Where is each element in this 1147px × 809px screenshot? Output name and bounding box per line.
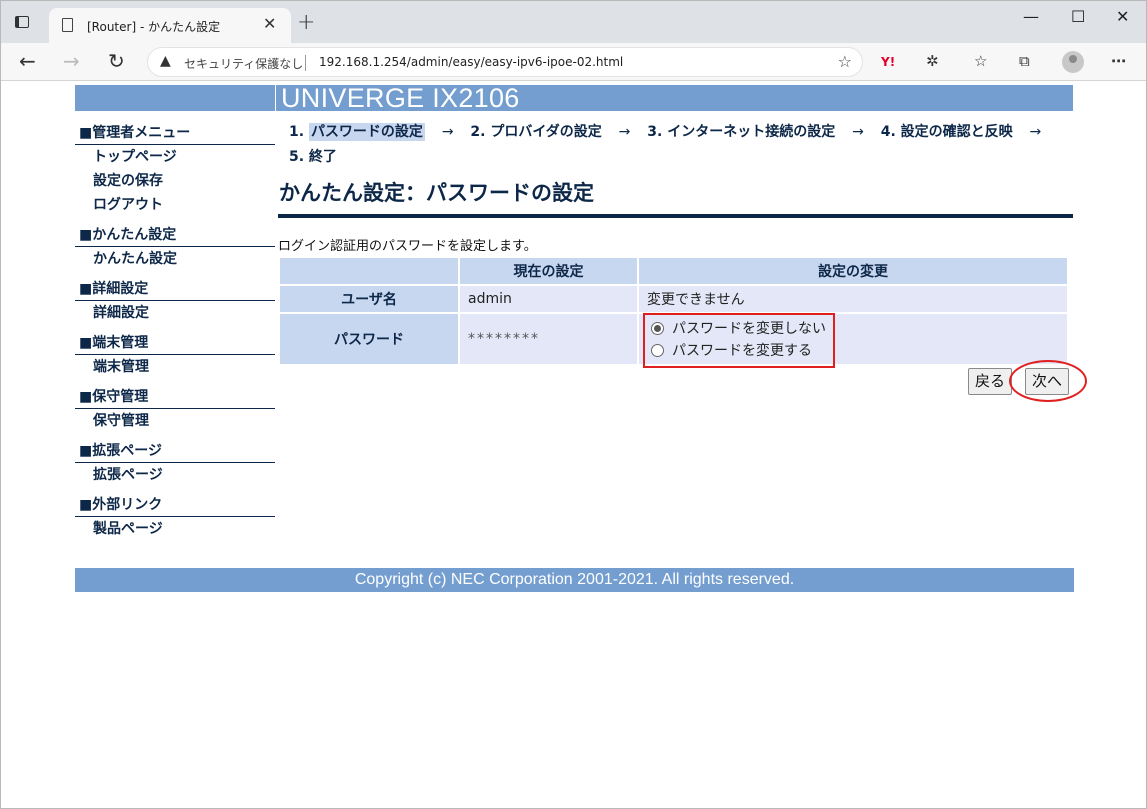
user-current-value: admin xyxy=(460,286,637,312)
header-change: 設定の変更 xyxy=(639,258,1067,284)
intro-text: ログイン認証用のパスワードを設定します。 xyxy=(278,239,537,254)
table-row-user: ユーザ名 admin 変更できません xyxy=(280,286,1067,312)
menu-link-terminal[interactable]: 端末管理 xyxy=(75,355,275,379)
menu-section-detail: ■詳細設定 詳細設定 xyxy=(75,280,275,325)
extensions-icon[interactable]: ✲ xyxy=(926,52,939,70)
menu-section-terminal: ■端末管理 端末管理 xyxy=(75,334,275,379)
browser-toolbar: ← → ↻ ▲ セキュリティ保護なし 192.168.1.254/admin/e… xyxy=(1,43,1146,81)
table-corner xyxy=(280,258,458,284)
menu-head: ■かんたん設定 xyxy=(75,226,275,247)
step-arrow: → xyxy=(852,124,864,140)
step-3: 3. インターネット接続の設定 xyxy=(647,124,836,140)
menu-section-admin: ■管理者メニュー トップページ 設定の保存 ログアウト xyxy=(75,124,275,217)
warning-icon[interactable]: ▲ xyxy=(160,53,171,69)
address-bar[interactable]: ▲ セキュリティ保護なし 192.168.1.254/admin/easy/ea… xyxy=(147,47,863,77)
tab-close-icon[interactable]: ✕ xyxy=(263,14,276,33)
menu-link-product[interactable]: 製品ページ xyxy=(75,517,275,541)
browser-tab[interactable]: [Router] - かんたん設定 ✕ xyxy=(49,8,291,43)
browser-titlebar: [Router] - かんたん設定 ✕ + — ☐ ✕ xyxy=(1,1,1146,43)
step-4: 4. 設定の確認と反映 xyxy=(880,124,1013,140)
menu-section-external: ■外部リンク 製品ページ xyxy=(75,496,275,541)
url-text[interactable]: 192.168.1.254/admin/easy/easy-ipv6-ipoe-… xyxy=(319,55,623,69)
row-head-user: ユーザ名 xyxy=(280,286,458,312)
menu-link-logout[interactable]: ログアウト xyxy=(75,193,275,217)
step-1-number: 1. xyxy=(289,124,305,140)
menu-section-maintenance: ■保守管理 保守管理 xyxy=(75,388,275,433)
menu-link-extension[interactable]: 拡張ページ xyxy=(75,463,275,487)
reload-icon[interactable]: ↻ xyxy=(108,49,125,73)
password-current-value: ******** xyxy=(460,314,637,364)
header-current: 現在の設定 xyxy=(460,258,637,284)
menu-head: ■保守管理 xyxy=(75,388,275,409)
new-tab-icon[interactable]: + xyxy=(297,10,315,35)
tab-actions-icon[interactable] xyxy=(13,13,33,33)
profile-avatar[interactable] xyxy=(1062,51,1084,73)
highlight-box xyxy=(643,313,835,368)
step-1-current: パスワードの設定 xyxy=(308,123,425,141)
menu-section-extension: ■拡張ページ 拡張ページ xyxy=(75,442,275,487)
page-icon xyxy=(62,18,73,32)
step-arrow: → xyxy=(441,124,454,140)
menu-link-detail[interactable]: 詳細設定 xyxy=(75,301,275,325)
collections-icon[interactable]: ⧉ xyxy=(1019,52,1030,70)
menu-link-maintenance[interactable]: 保守管理 xyxy=(75,409,275,433)
wizard-steps: 1. パスワードの設定 → 2. プロバイダの設定 → 3. インターネット接続… xyxy=(289,120,1059,170)
security-label[interactable]: セキュリティ保護なし xyxy=(184,55,303,72)
add-favorite-icon[interactable]: ☆ xyxy=(838,52,852,71)
step-5: 5. 終了 xyxy=(289,149,337,165)
maximize-icon[interactable]: ☐ xyxy=(1071,7,1085,26)
window-close-icon[interactable]: ✕ xyxy=(1116,7,1129,26)
header-left-band xyxy=(75,85,275,111)
step-arrow: → xyxy=(618,124,631,140)
favorites-icon[interactable]: ☆ xyxy=(974,52,987,70)
back-icon[interactable]: ← xyxy=(19,49,36,73)
user-change-note: 変更できません xyxy=(639,286,1067,312)
yahoo-extension-icon[interactable]: Y! xyxy=(881,55,895,69)
menu-head: ■管理者メニュー xyxy=(75,124,275,145)
tab-title: [Router] - かんたん設定 xyxy=(87,20,221,34)
step-arrow: → xyxy=(1029,124,1042,140)
row-head-password: パスワード xyxy=(280,314,458,364)
page-title: かんたん設定：パスワードの設定 xyxy=(279,181,594,205)
product-name: UNIVERGE IX2106 xyxy=(281,83,520,113)
address-separator xyxy=(305,55,306,71)
forward-icon[interactable]: → xyxy=(63,49,80,73)
menu-head: ■拡張ページ xyxy=(75,442,275,463)
sidebar: ■管理者メニュー トップページ 設定の保存 ログアウト ■かんたん設定 かんたん… xyxy=(75,114,275,541)
menu-link-top[interactable]: トップページ xyxy=(75,145,275,169)
menu-head: ■端末管理 xyxy=(75,334,275,355)
back-button[interactable]: 戻る xyxy=(968,368,1013,395)
menu-head: ■詳細設定 xyxy=(75,280,275,301)
menu-link-save[interactable]: 設定の保存 xyxy=(75,169,275,193)
footer-copyright: Copyright (c) NEC Corporation 2001-2021.… xyxy=(75,568,1074,592)
more-icon[interactable]: ⋯ xyxy=(1111,52,1126,70)
step-2: 2. プロバイダの設定 xyxy=(470,124,602,140)
title-rule xyxy=(278,214,1073,218)
table-header-row: 現在の設定 設定の変更 xyxy=(280,258,1067,284)
minimize-icon[interactable]: — xyxy=(1023,7,1039,26)
menu-section-easy: ■かんたん設定 かんたん設定 xyxy=(75,226,275,271)
highlight-circle xyxy=(1009,360,1087,402)
menu-link-easy[interactable]: かんたん設定 xyxy=(75,247,275,271)
menu-head: ■外部リンク xyxy=(75,496,275,517)
